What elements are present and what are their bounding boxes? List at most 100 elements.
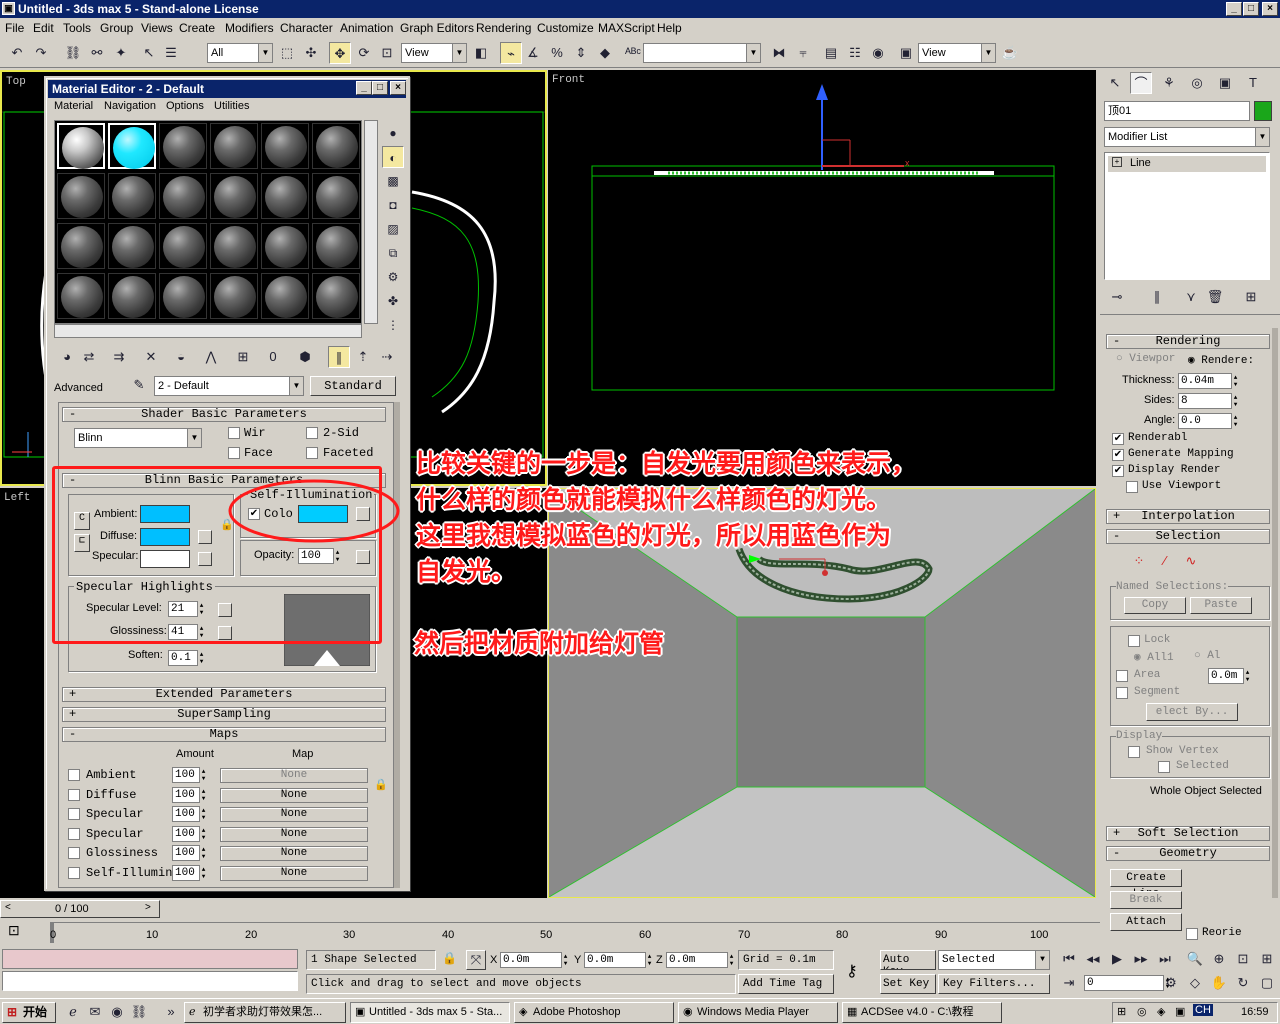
quicklaunch-ftp-icon[interactable]: ⛓: [128, 1001, 150, 1023]
add-time-tag-button[interactable]: Add Time Tag: [738, 974, 834, 994]
sample-type-icon[interactable]: ●: [382, 122, 404, 144]
assign-to-selection-icon[interactable]: ⇉: [108, 346, 130, 368]
sample-slot[interactable]: [108, 173, 156, 219]
select-rotate-icon[interactable]: ⟳: [353, 42, 375, 64]
map-slot-button[interactable]: None: [220, 866, 368, 881]
wire-checkbox[interactable]: [228, 427, 240, 439]
sample-slot[interactable]: [108, 223, 156, 269]
select-object-icon[interactable]: ↖: [138, 42, 160, 64]
task-forum-browser[interactable]: ℯ 初学者求助灯带效果怎...: [184, 1002, 346, 1023]
maximize-viewport-icon[interactable]: ▢: [1256, 972, 1278, 994]
maxscript-input[interactable]: [2, 971, 298, 991]
copy-button[interactable]: Copy: [1124, 597, 1186, 614]
lock-handles-checkbox[interactable]: [1128, 635, 1140, 647]
show-vertex-numbers-checkbox[interactable]: [1128, 746, 1140, 758]
trackbar[interactable]: 0 10 20 30 40 50 60 70 80 90 100: [50, 922, 1100, 943]
sample-slot[interactable]: [57, 173, 105, 219]
menu-tools[interactable]: Tools: [63, 21, 91, 35]
shader-basic-params-rollout[interactable]: - Shader Basic Parameters: [62, 407, 386, 422]
tray-icon-4[interactable]: ▣: [1175, 1005, 1185, 1018]
map-enable-checkbox[interactable]: [68, 828, 80, 840]
spline-subobject-icon[interactable]: ∿: [1180, 550, 1202, 572]
unlink-icon[interactable]: ⚯: [86, 42, 108, 64]
sides-spinner[interactable]: 8: [1178, 393, 1242, 409]
command-panel-scrollbar[interactable]: [1272, 328, 1278, 898]
z-coord-field[interactable]: 0.0m: [666, 952, 738, 968]
show-map-in-viewport-icon[interactable]: ⬢: [294, 346, 316, 368]
sample-slot[interactable]: [108, 273, 156, 319]
map-enable-checkbox[interactable]: [68, 769, 80, 781]
absolute-mode-icon[interactable]: ⤧: [466, 950, 486, 970]
lock-icon[interactable]: 🔒: [442, 951, 457, 965]
uv-tiling-icon[interactable]: ◘: [382, 194, 404, 216]
menu-animation[interactable]: Animation: [340, 21, 393, 35]
modifier-stack[interactable]: + Line: [1104, 152, 1270, 280]
next-frame-icon[interactable]: ▸▸: [1130, 948, 1152, 970]
map-amount-spinner[interactable]: 100: [172, 845, 210, 861]
material-editor-icon[interactable]: ◉: [867, 42, 889, 64]
sample-slot[interactable]: [312, 173, 360, 219]
material-navigator-icon[interactable]: ⋮: [382, 314, 404, 336]
make-unique-icon[interactable]: ⋎: [1180, 286, 1202, 308]
sample-slot[interactable]: [210, 273, 258, 319]
y-coord-field[interactable]: 0.0m: [584, 952, 656, 968]
map-amount-spinner[interactable]: 100: [172, 787, 210, 803]
put-to-scene-icon[interactable]: ⇄: [78, 346, 100, 368]
select-by-name-icon[interactable]: ☰: [160, 42, 182, 64]
sample-slot[interactable]: [57, 273, 105, 319]
task-media-player[interactable]: ◉ Windows Media Player: [678, 1002, 838, 1023]
renderer-radio[interactable]: ◉ Rendere:: [1188, 353, 1254, 367]
undo-icon[interactable]: ↶: [6, 42, 28, 64]
map-amount-spinner[interactable]: 100: [172, 767, 210, 783]
pivot-center-icon[interactable]: ◧: [470, 42, 492, 64]
rendering-rollout[interactable]: - Rendering: [1106, 334, 1270, 349]
sample-slot[interactable]: [312, 273, 360, 319]
select-scale-icon[interactable]: ⊡: [376, 42, 398, 64]
options-icon[interactable]: ⚙: [382, 266, 404, 288]
material-name-field[interactable]: 2 - Default ▼: [154, 376, 304, 396]
map-slot-button[interactable]: None: [220, 807, 368, 822]
renderable-checkbox[interactable]: ✔: [1112, 433, 1124, 445]
quicklaunch-mediaplayer-icon[interactable]: ◉: [106, 1001, 128, 1023]
segment-subobject-icon[interactable]: ∕: [1154, 550, 1176, 572]
backlight-icon[interactable]: ◐: [382, 146, 404, 168]
menu-file[interactable]: File: [5, 21, 24, 35]
viewport-radio[interactable]: ○ Viewpor: [1116, 353, 1175, 365]
zoom-all-icon[interactable]: ⊕: [1208, 948, 1230, 970]
tray-icon-2[interactable]: ◎: [1137, 1005, 1147, 1018]
trackbar-icon[interactable]: ⊡: [8, 922, 20, 939]
face-map-checkbox[interactable]: [228, 447, 240, 459]
create-line-button[interactable]: Create Line: [1110, 869, 1182, 900]
time-config-icon[interactable]: ⚙: [1160, 972, 1182, 994]
render-scene-icon[interactable]: ▣: [895, 42, 917, 64]
menu-maxscript[interactable]: MAXScript: [598, 21, 655, 35]
percent-snap-icon[interactable]: %: [546, 42, 568, 64]
menu-customize[interactable]: Customize: [537, 21, 594, 35]
object-name-field[interactable]: 顶01: [1104, 101, 1250, 121]
reference-coord-dropdown[interactable]: View ▼: [401, 43, 467, 63]
close-icon[interactable]: ×: [390, 81, 406, 95]
close-icon[interactable]: ×: [1262, 2, 1278, 16]
quick-render-icon[interactable]: ☕: [999, 42, 1021, 64]
extended-params-rollout[interactable]: + Extended Parameters: [62, 687, 386, 702]
auto-key-button[interactable]: Auto Key: [880, 950, 936, 970]
sample-slot[interactable]: [159, 223, 207, 269]
stack-item-line[interactable]: + Line: [1108, 156, 1266, 172]
med-menu-options[interactable]: Options: [166, 100, 204, 112]
zoom-icon[interactable]: 🔍: [1184, 948, 1206, 970]
sample-slot[interactable]: [261, 223, 309, 269]
menu-views[interactable]: Views: [141, 21, 173, 35]
start-button[interactable]: ⊞ 开始: [2, 1002, 56, 1023]
reset-map-icon[interactable]: ✕: [140, 346, 162, 368]
play-icon[interactable]: ▶: [1106, 948, 1128, 970]
map-enable-checkbox[interactable]: [68, 847, 80, 859]
menu-character[interactable]: Character: [280, 21, 333, 35]
schematic-view-icon[interactable]: ☷: [844, 42, 866, 64]
map-slot-button[interactable]: None: [220, 846, 368, 861]
map-enable-checkbox[interactable]: [68, 808, 80, 820]
quicklaunch-ie-icon[interactable]: ℯ: [62, 1001, 84, 1023]
selection-filter-dropdown[interactable]: All ▼: [207, 43, 273, 63]
pick-material-icon[interactable]: ✎: [128, 374, 150, 396]
quicklaunch-outlook-icon[interactable]: ✉: [84, 1001, 106, 1023]
menu-rendering[interactable]: Rendering: [476, 21, 531, 35]
